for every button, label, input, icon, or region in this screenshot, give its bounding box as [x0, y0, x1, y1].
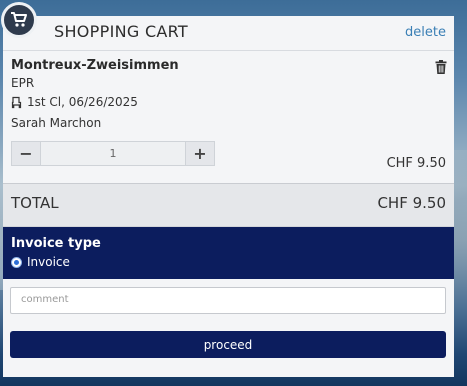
invoice-type-title: Invoice type [11, 236, 101, 251]
total-amount: CHF 9.50 [377, 194, 446, 212]
invoice-radio-button[interactable] [11, 256, 22, 268]
passenger-name: Sarah Marchon [11, 116, 102, 130]
total-row: TOTAL CHF 9.50 [3, 184, 454, 227]
item-price: CHF 9.50 [386, 156, 446, 171]
proceed-button[interactable]: proceed [10, 331, 446, 358]
shopping-cart-panel: SHOPPING CART delete Montreux-Zweisimmen… [1, 2, 454, 377]
trash-icon[interactable] [435, 59, 447, 78]
decrement-button[interactable]: − [12, 142, 40, 165]
seat-class-date: 1st Cl, 06/26/2025 [27, 95, 138, 109]
quantity-value[interactable]: 1 [40, 142, 186, 165]
comment-field[interactable] [10, 287, 446, 314]
invoice-radio-option[interactable]: Invoice [11, 255, 70, 269]
seat-info-row: 1st Cl, 06/26/2025 [11, 95, 138, 109]
cart-title: SHOPPING CART [54, 22, 188, 41]
shopping-cart-icon [11, 12, 27, 27]
cart-item: Montreux-Zweisimmen EPR 1st Cl, 06/26/20… [3, 51, 454, 184]
item-operator: EPR [11, 76, 35, 90]
total-label: TOTAL [11, 194, 59, 212]
cart-badge [1, 2, 37, 38]
invoice-type-section: Invoice type Invoice [3, 227, 454, 279]
invoice-radio-label: Invoice [27, 255, 70, 269]
increment-button[interactable]: + [186, 142, 214, 165]
item-route-title: Montreux-Zweisimmen [11, 58, 179, 73]
seat-icon [11, 96, 22, 108]
cart-header: SHOPPING CART delete [1, 2, 454, 51]
delete-link[interactable]: delete [405, 25, 446, 40]
quantity-stepper: − 1 + [11, 141, 215, 166]
